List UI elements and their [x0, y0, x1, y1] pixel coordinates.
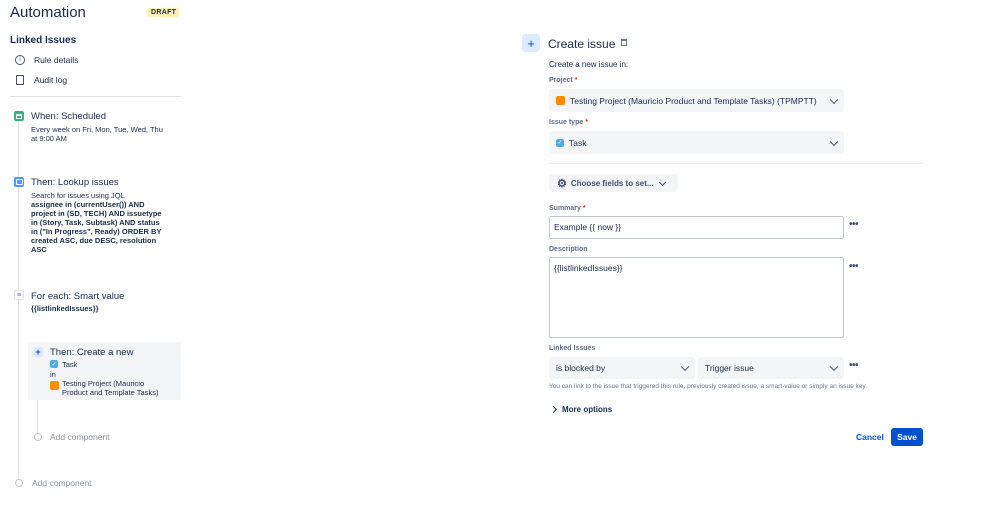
list-icon: ≡	[14, 290, 24, 300]
panel-divider	[549, 163, 923, 164]
chevron-down-icon	[829, 137, 839, 146]
action-in: in	[50, 370, 56, 379]
summary-input[interactable]: Example {{ now }}	[549, 216, 844, 239]
jql-line: ASC	[31, 245, 47, 254]
issue-type-label: Issue type *	[549, 119, 588, 126]
sidebar-item-label: Audit log	[34, 75, 68, 85]
trigger-component[interactable]	[14, 111, 24, 121]
issue-type-select[interactable]: ✓ Task	[549, 131, 844, 154]
chevron-down-icon	[829, 95, 839, 104]
trigger-title: When: Scheduled	[31, 111, 106, 122]
gear-icon: ⚙	[557, 177, 567, 190]
more-options-label: More options	[562, 405, 613, 414]
trigger-details: Every week on Fri, Mon, Tue, Wed, Thu at…	[31, 125, 163, 143]
branch-component[interactable]: ≡	[14, 290, 24, 300]
chevron-right-icon	[549, 405, 558, 414]
required-asterisk: *	[585, 119, 588, 126]
description-label: Description	[549, 246, 588, 253]
chevron-down-icon	[680, 362, 690, 372]
add-node-dot	[15, 479, 23, 487]
draft-badge: DRAFT	[148, 8, 180, 17]
document-icon	[16, 75, 24, 85]
create-action-node: +	[33, 347, 43, 357]
add-node-dot	[34, 433, 42, 441]
task-icon: ✓	[50, 360, 58, 368]
project-avatar-icon	[556, 96, 565, 105]
linked-more-icon[interactable]: •••	[849, 360, 859, 371]
linked-issues-label: Linked Issues	[549, 345, 596, 352]
summary-more-icon[interactable]: •••	[849, 219, 859, 230]
cancel-button[interactable]: Cancel	[856, 432, 884, 442]
link-type-value: is blocked by	[556, 363, 606, 373]
add-component-inner[interactable]: Add component	[50, 432, 110, 442]
choose-fields-label: Choose fields to set...	[570, 178, 654, 188]
linked-help-text: You can link to the issue that triggered…	[549, 383, 867, 390]
action-project: Testing Project (Mauricio Product and Te…	[62, 379, 158, 397]
lookup-icon	[14, 177, 24, 187]
jql-line: in (Story, Task, Subtask) AND status	[31, 218, 160, 227]
issue-type-value: Task	[569, 137, 587, 148]
plus-icon: +	[33, 347, 43, 357]
project-line: Testing Project (Mauricio	[62, 379, 145, 388]
summary-label: Summary *	[549, 205, 586, 212]
sidebar-item-audit-log[interactable]: Audit log	[15, 75, 67, 85]
project-value: Testing Project (Mauricio Product and Te…	[570, 95, 817, 106]
project-avatar-icon	[50, 381, 59, 390]
task-icon: ✓	[556, 138, 564, 147]
link-target-value: Trigger issue	[705, 363, 754, 373]
lookup-component[interactable]	[14, 177, 24, 187]
required-asterisk: *	[574, 77, 578, 84]
panel-title: Create issue	[548, 37, 616, 51]
chevron-down-icon	[658, 178, 666, 186]
jql-line: in ("In Progress", Ready) ORDER BY	[31, 227, 162, 236]
summary-value: Example {{ now }}	[554, 222, 622, 232]
save-button[interactable]: Save	[891, 428, 923, 446]
branch-title: For each: Smart value	[31, 291, 125, 302]
jql-line: project in (SD, TECH) AND issuetype	[31, 209, 162, 218]
project-label-text: Project	[549, 77, 573, 84]
choose-fields-button[interactable]: ⚙ Choose fields to set...	[549, 174, 678, 192]
branch-value: {{listlinkedIssues}}	[31, 304, 99, 313]
sidebar-item-rule-details[interactable]: i Rule details	[15, 55, 78, 65]
project-label: Project *	[549, 77, 577, 84]
action-type: Task	[62, 360, 78, 369]
jql-line: created ASC, due DESC, resolution	[31, 236, 157, 245]
trigger-line: at 9:00 AM	[31, 134, 67, 143]
trigger-line: Every week on Fri, Mon, Tue, Wed, Thu	[31, 125, 163, 134]
more-options-toggle[interactable]: More options	[549, 405, 613, 414]
panel-subtitle: Create a new issue in:	[549, 60, 629, 69]
link-target-select[interactable]: Trigger issue	[698, 357, 844, 379]
jql-line: assignee in (currentUser()) AND	[31, 200, 145, 209]
project-select[interactable]: Testing Project (Mauricio Product and Te…	[549, 89, 844, 112]
action-title: Then: Create a new	[50, 347, 134, 358]
action-plus-icon: +	[522, 34, 540, 52]
chevron-down-icon	[829, 362, 839, 372]
description-more-icon[interactable]: •••	[849, 261, 859, 272]
link-type-select[interactable]: is blocked by	[549, 357, 695, 379]
add-component-outer[interactable]: Add component	[32, 478, 92, 488]
lookup-details: Search for issues using JQL assignee in …	[31, 191, 162, 254]
lookup-title: Then: Lookup issues	[31, 177, 119, 188]
project-line: Product and Template Tasks)	[62, 388, 159, 397]
app-title: Automation	[10, 4, 86, 21]
rule-name: Linked Issues	[10, 35, 77, 46]
required-asterisk: *	[582, 205, 586, 212]
lookup-intro: Search for issues using JQL	[31, 191, 125, 200]
description-value: {{listlinkedIssues}}	[554, 263, 623, 273]
issue-type-label-text: Issue type	[549, 119, 584, 126]
flow-line	[18, 120, 19, 482]
sidebar-item-label: Rule details	[34, 55, 79, 65]
calendar-icon	[14, 111, 24, 121]
trash-icon[interactable]	[621, 39, 627, 46]
summary-label-text: Summary	[549, 205, 581, 212]
description-textarea[interactable]: {{listlinkedIssues}}	[549, 257, 844, 338]
info-icon: i	[15, 55, 25, 65]
sidebar-divider	[10, 96, 181, 97]
